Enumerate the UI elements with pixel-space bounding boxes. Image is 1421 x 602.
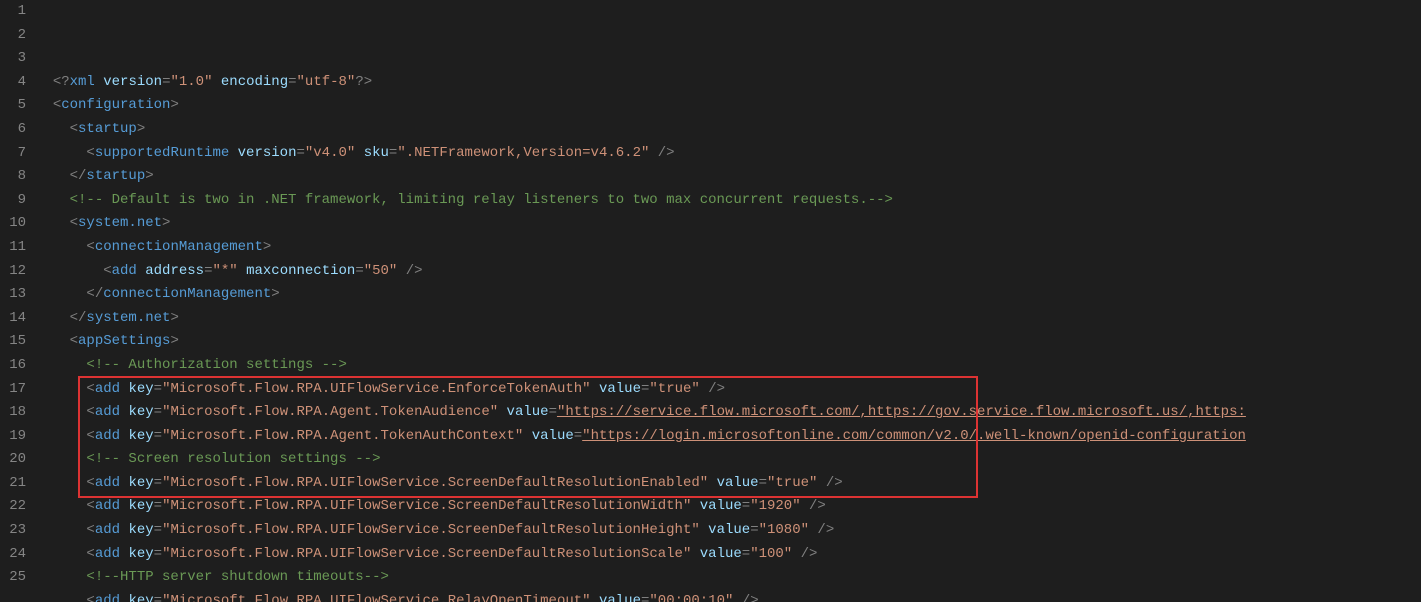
line-number: 4	[0, 71, 26, 95]
line-number: 11	[0, 236, 26, 260]
line-number: 21	[0, 472, 26, 496]
line-number: 10	[0, 212, 26, 236]
code-line[interactable]: <configuration>	[36, 94, 1421, 118]
code-editor[interactable]: 1234567891011121314151617181920212223242…	[0, 0, 1421, 602]
line-number: 18	[0, 401, 26, 425]
code-line[interactable]: <system.net>	[36, 212, 1421, 236]
line-number: 3	[0, 47, 26, 71]
line-number: 9	[0, 189, 26, 213]
line-number: 8	[0, 165, 26, 189]
line-number: 12	[0, 260, 26, 284]
code-line[interactable]: <add key="Microsoft.Flow.RPA.UIFlowServi…	[36, 543, 1421, 567]
code-area[interactable]: <?xml version="1.0" encoding="utf-8"?> <…	[36, 0, 1421, 602]
line-number: 17	[0, 378, 26, 402]
line-number: 20	[0, 448, 26, 472]
code-line[interactable]: <add key="Microsoft.Flow.RPA.Agent.Token…	[36, 401, 1421, 425]
code-line[interactable]: <add key="Microsoft.Flow.RPA.UIFlowServi…	[36, 472, 1421, 496]
code-line[interactable]: </system.net>	[36, 307, 1421, 331]
line-number: 23	[0, 519, 26, 543]
line-number: 5	[0, 94, 26, 118]
code-line[interactable]: <add key="Microsoft.Flow.RPA.UIFlowServi…	[36, 519, 1421, 543]
line-number: 25	[0, 566, 26, 590]
line-number: 7	[0, 142, 26, 166]
code-line[interactable]: <add key="Microsoft.Flow.RPA.Agent.Token…	[36, 425, 1421, 449]
code-line[interactable]: </connectionManagement>	[36, 283, 1421, 307]
line-number: 13	[0, 283, 26, 307]
line-number: 16	[0, 354, 26, 378]
code-line[interactable]: <add key="Microsoft.Flow.RPA.UIFlowServi…	[36, 378, 1421, 402]
code-line[interactable]: <!-- Default is two in .NET framework, l…	[36, 189, 1421, 213]
code-line[interactable]: <?xml version="1.0" encoding="utf-8"?>	[36, 71, 1421, 95]
code-line[interactable]: <!-- Authorization settings -->	[36, 354, 1421, 378]
code-line[interactable]: <connectionManagement>	[36, 236, 1421, 260]
line-number: 19	[0, 425, 26, 449]
code-line[interactable]: <!-- Screen resolution settings -->	[36, 448, 1421, 472]
line-number: 1	[0, 0, 26, 24]
line-number-gutter: 1234567891011121314151617181920212223242…	[0, 0, 36, 602]
line-number: 6	[0, 118, 26, 142]
code-line[interactable]: <add address="*" maxconnection="50" />	[36, 260, 1421, 284]
code-line[interactable]: <supportedRuntime version="v4.0" sku=".N…	[36, 142, 1421, 166]
line-number: 22	[0, 495, 26, 519]
code-line[interactable]: <startup>	[36, 118, 1421, 142]
code-line[interactable]: <add key="Microsoft.Flow.RPA.UIFlowServi…	[36, 590, 1421, 602]
code-line[interactable]: </startup>	[36, 165, 1421, 189]
line-number: 2	[0, 24, 26, 48]
line-number: 24	[0, 543, 26, 567]
code-line[interactable]: <appSettings>	[36, 330, 1421, 354]
code-line[interactable]: <add key="Microsoft.Flow.RPA.UIFlowServi…	[36, 495, 1421, 519]
line-number: 14	[0, 307, 26, 331]
line-number: 15	[0, 330, 26, 354]
code-line[interactable]: <!--HTTP server shutdown timeouts-->	[36, 566, 1421, 590]
